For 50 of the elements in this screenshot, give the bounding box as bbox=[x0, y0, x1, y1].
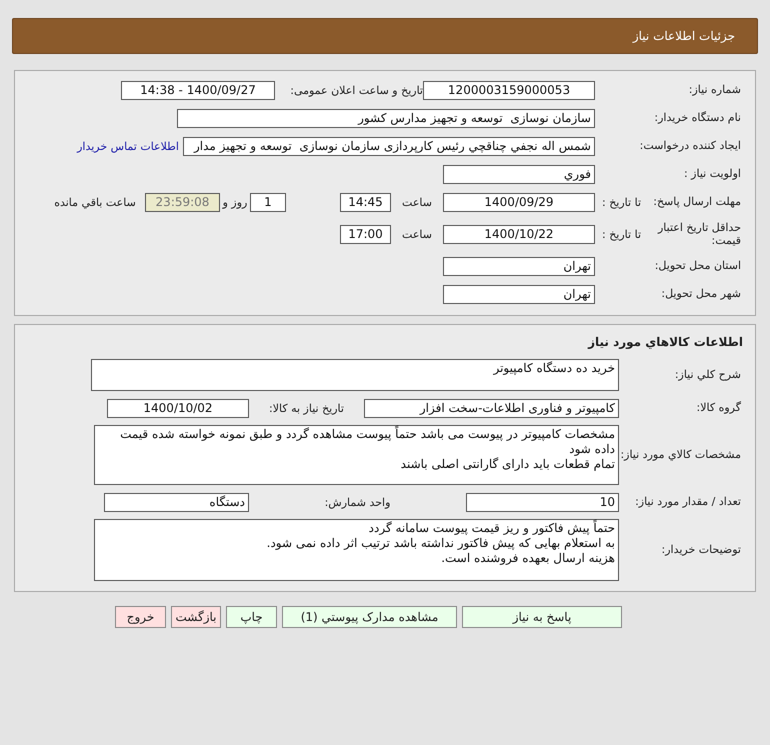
action-button[interactable]: بازگشت bbox=[171, 606, 221, 628]
unit-field[interactable]: دستگاه bbox=[104, 492, 249, 512]
days-field[interactable]: 1 bbox=[250, 192, 286, 212]
field-label: نام دستگاه خریدار: bbox=[653, 111, 742, 125]
summary-field[interactable]: خرید ده دستگاه کامپیوتر bbox=[91, 359, 619, 391]
field-label: ایجاد کننده درخواست: bbox=[638, 139, 742, 153]
field-label: تعداد / مقدار مورد نیاز: bbox=[634, 495, 742, 509]
specs-field[interactable]: مشخصات کامپیوتر در پیوست می باشد حتماً پیوست مشاهده گردد و طبق نمونه خواسته شده قیمت داده شود تمام قطعات باید دارای گارانتی اصلی باشند bbox=[94, 425, 619, 485]
field-label: شرح کلي نیاز: bbox=[674, 368, 742, 382]
deadline-time-field[interactable]: 14:45 bbox=[340, 192, 391, 212]
field-label: اولویت نیاز : bbox=[682, 167, 742, 181]
field-label: واحد شمارش: bbox=[324, 496, 392, 508]
requester-field[interactable]: شمس اله نجفي چناقچي رئيس کارپردازی سازمان نوسازی توسعه و تجهیز مدار bbox=[183, 136, 595, 156]
action-button[interactable]: خروج bbox=[115, 606, 166, 628]
contact-link[interactable]: اطلاعات تماس خریدار bbox=[77, 140, 179, 152]
quantity-field[interactable]: 10 bbox=[466, 492, 619, 512]
field-label: تاریخ نیاز به کالا: bbox=[268, 402, 345, 414]
field-label: ساعت bbox=[401, 196, 433, 208]
need-date-field[interactable]: 1400/10/02 bbox=[107, 398, 249, 418]
field-label: مشخصات کالاي مورد نیاز: bbox=[619, 448, 742, 462]
field-label: شماره نیاز: bbox=[688, 83, 742, 97]
field-label: روز و bbox=[221, 196, 248, 208]
validity-date-field[interactable]: 1400/10/22 bbox=[443, 224, 595, 244]
page-title: جزئیات اطلاعات نیاز bbox=[632, 29, 735, 43]
action-button[interactable]: پاسخ به نیاز bbox=[462, 606, 622, 628]
need-number-field[interactable]: 1200003159000053 bbox=[423, 80, 595, 100]
buyer-notes-field[interactable]: حتماً پیش فاکتور و ریز قیمت پیوست سامانه گردد به استعلام بهایی که پیش فاکتور نداشته باشد ترتیب اثر داده نمی شود. هزینه ارسال بعهده فروشنده است. bbox=[94, 519, 619, 581]
announce-date-field[interactable]: 1400/09/27 - 14:38 bbox=[121, 80, 275, 100]
field-label: گروه کالا: bbox=[696, 401, 742, 415]
field-label: تاریخ و ساعت اعلان عمومی: bbox=[289, 84, 423, 96]
field-label: توضیحات خریدار: bbox=[660, 543, 742, 557]
field-label: تا تاریخ : bbox=[601, 228, 641, 240]
buyer-field[interactable]: سازمان نوسازی توسعه و تجهیز مدارس کشور bbox=[177, 108, 595, 128]
deadline-date-field[interactable]: 1400/09/29 bbox=[443, 192, 595, 212]
field-label: تا تاریخ : bbox=[601, 196, 641, 208]
validity-time-field[interactable]: 17:00 bbox=[340, 224, 391, 244]
field-label: حداقل تاریخ اعتبار قیمت: bbox=[656, 220, 742, 248]
priority-field[interactable]: فوري bbox=[443, 164, 595, 184]
field-label: مهلت ارسال پاسخ: bbox=[652, 195, 742, 209]
action-button[interactable]: چاپ bbox=[226, 606, 277, 628]
remaining-time-field[interactable]: 23:59:08 bbox=[145, 192, 220, 212]
goods-group-field[interactable]: کامپیوتر و فناوری اطلاعات-سخت افزار bbox=[364, 398, 619, 418]
field-label: ساعت bbox=[401, 228, 433, 240]
city-field[interactable]: تهران bbox=[443, 284, 595, 304]
field-label: ساعت باقي مانده bbox=[53, 196, 137, 208]
action-button[interactable]: مشاهده مدارک پیوستي (1) bbox=[282, 606, 457, 628]
field-label: شهر محل تحویل: bbox=[660, 287, 742, 301]
province-field[interactable]: تهران bbox=[443, 256, 595, 276]
section-title: اطلاعات کالاهاي مورد نیاز bbox=[586, 334, 744, 351]
field-label: استان محل تحویل: bbox=[654, 259, 742, 273]
